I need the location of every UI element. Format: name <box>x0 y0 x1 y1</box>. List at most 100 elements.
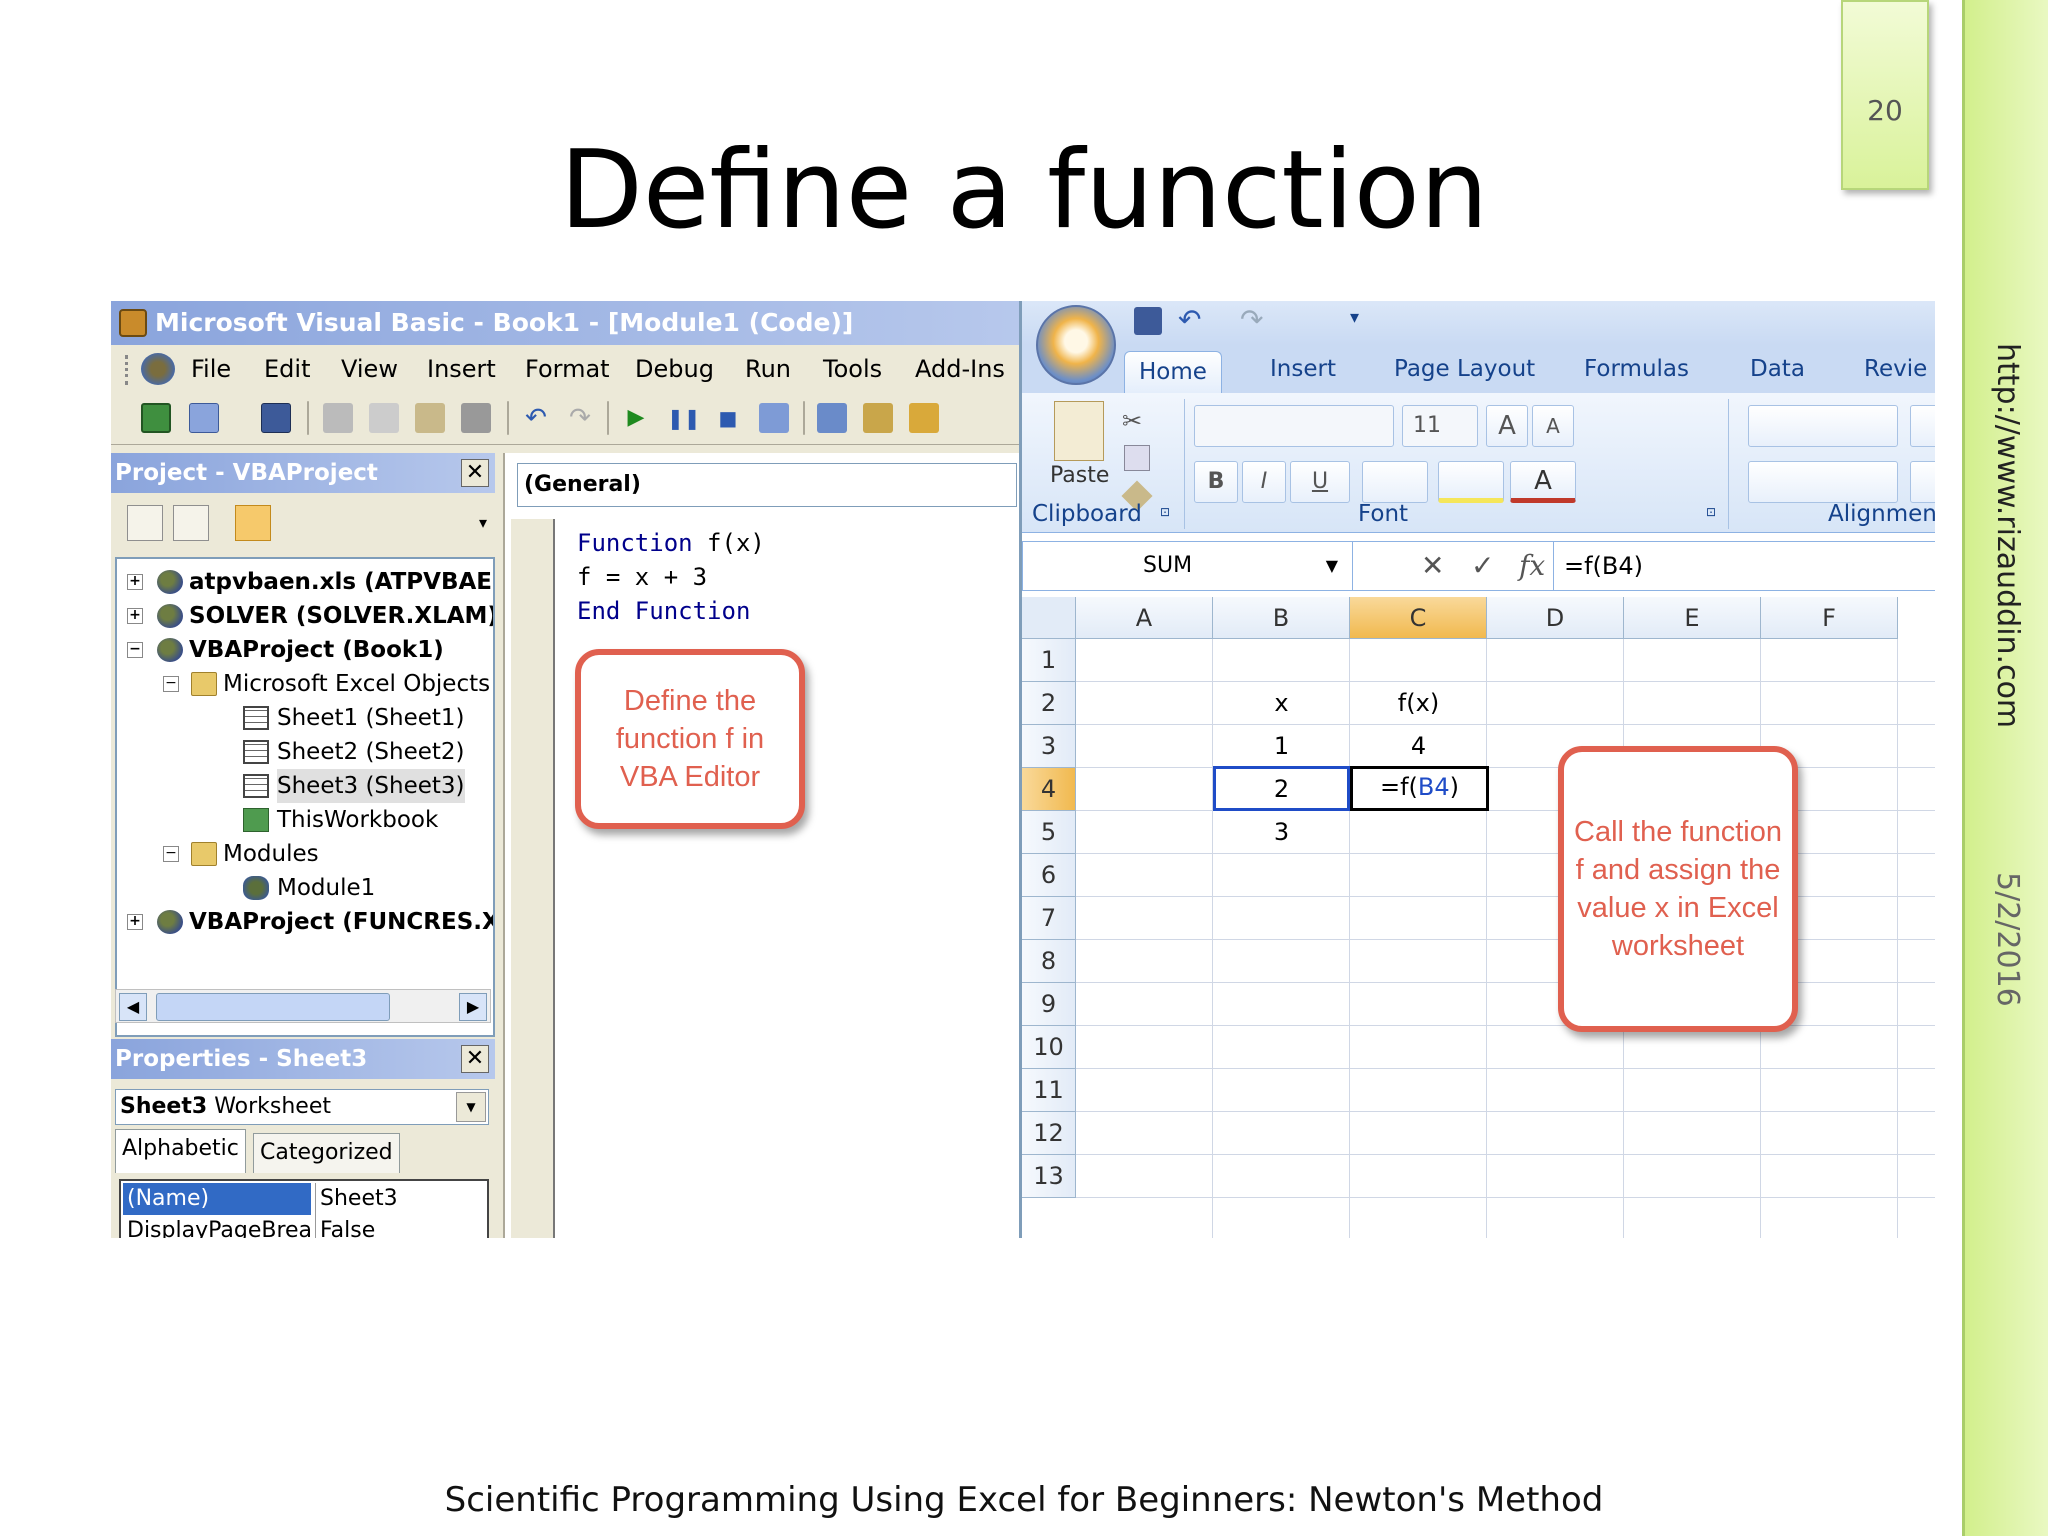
tab-categorized[interactable]: Categorized <box>253 1133 400 1173</box>
row-header-12[interactable]: 12 <box>1022 1112 1076 1155</box>
underline-button[interactable]: U <box>1290 461 1350 503</box>
row-header-7[interactable]: 7 <box>1022 897 1076 940</box>
customize-qat-icon[interactable]: ▾ <box>1350 307 1359 328</box>
italic-button[interactable]: I <box>1242 461 1286 503</box>
menu-tools[interactable]: Tools <box>823 345 882 393</box>
horizontal-align-buttons[interactable] <box>1748 461 1898 503</box>
tab-alphabetic[interactable]: Alphabetic <box>115 1129 246 1173</box>
grow-font-icon[interactable]: A <box>1486 405 1528 447</box>
view-excel-icon[interactable] <box>141 403 171 433</box>
row-header-1[interactable]: 1 <box>1022 639 1076 682</box>
collapse-icon[interactable]: − <box>127 642 143 658</box>
undo-icon[interactable]: ↶ <box>521 403 551 433</box>
chevron-down-icon[interactable]: ▼ <box>456 1092 486 1122</box>
column-header-d[interactable]: D <box>1487 597 1624 639</box>
row-header-13[interactable]: 13 <box>1022 1155 1076 1198</box>
insert-function-icon[interactable]: fx <box>1519 546 1545 586</box>
row-header-2[interactable]: 2 <box>1022 682 1076 725</box>
property-value[interactable]: Sheet3 <box>315 1183 487 1215</box>
collapse-icon[interactable]: − <box>163 676 179 692</box>
cell-b3[interactable]: 1 <box>1213 725 1350 768</box>
row-header-11[interactable]: 11 <box>1022 1069 1076 1112</box>
menu-format[interactable]: Format <box>525 345 610 393</box>
font-size-combo[interactable]: 11 <box>1402 405 1478 447</box>
menu-file[interactable]: File <box>191 345 231 393</box>
menu-edit[interactable]: Edit <box>264 345 310 393</box>
vertical-align-buttons[interactable] <box>1748 405 1898 447</box>
tab-review[interactable]: Revie <box>1864 345 1927 393</box>
close-project-panel-icon[interactable]: ✕ <box>461 459 489 487</box>
row-header-9[interactable]: 9 <box>1022 983 1076 1026</box>
stop-icon[interactable]: ■ <box>713 403 743 433</box>
property-row[interactable]: (Name) Sheet3 <box>121 1183 487 1215</box>
tab-home[interactable]: Home <box>1124 351 1222 393</box>
font-name-combo[interactable] <box>1194 405 1394 447</box>
row-header-8[interactable]: 8 <box>1022 940 1076 983</box>
column-header-c[interactable]: C <box>1350 597 1487 639</box>
collapse-icon[interactable]: − <box>163 846 179 862</box>
code-line[interactable]: f = x + 3 <box>577 563 707 591</box>
tree-item[interactable]: Sheet3 (Sheet3) <box>243 769 493 803</box>
code-line[interactable]: Function f(x) <box>577 529 765 557</box>
indent-icon[interactable] <box>1910 461 1935 503</box>
column-header-b[interactable]: B <box>1213 597 1350 639</box>
row-header-3[interactable]: 3 <box>1022 725 1076 768</box>
name-box[interactable]: SUM ▼ <box>1023 542 1353 590</box>
fill-color-icon[interactable] <box>1438 461 1504 503</box>
run-icon[interactable]: ▶ <box>621 403 651 433</box>
select-all-corner[interactable] <box>1022 597 1076 639</box>
tab-page-layout[interactable]: Page Layout <box>1394 345 1535 393</box>
redo-icon[interactable]: ↷ <box>1240 303 1263 336</box>
vba-menu-app-icon[interactable] <box>141 353 175 385</box>
tree-horizontal-scrollbar[interactable]: ◀ ▶ <box>115 989 491 1023</box>
view-object-icon[interactable] <box>173 505 209 541</box>
cell-c3[interactable]: 4 <box>1350 725 1487 768</box>
cut-icon[interactable]: ✂ <box>1122 407 1142 435</box>
dialog-launcher-icon[interactable]: ⊡ <box>1706 505 1716 519</box>
insert-userform-icon[interactable] <box>189 403 219 433</box>
pause-icon[interactable]: ❚❚ <box>667 403 701 433</box>
row-header-6[interactable]: 6 <box>1022 854 1076 897</box>
find-icon[interactable] <box>461 403 491 433</box>
tab-data[interactable]: Data <box>1750 345 1805 393</box>
active-cell-c4[interactable]: =f(B4) <box>1350 766 1489 811</box>
menu-insert[interactable]: Insert <box>427 345 496 393</box>
copy-icon[interactable] <box>1124 445 1150 471</box>
scroll-thumb[interactable] <box>156 993 390 1021</box>
chevron-down-icon[interactable]: ▼ <box>1326 542 1338 590</box>
scroll-right-icon[interactable]: ▶ <box>459 993 487 1021</box>
font-color-icon[interactable]: A <box>1510 461 1576 503</box>
expand-icon[interactable]: + <box>127 608 143 624</box>
borders-icon[interactable] <box>1362 461 1428 503</box>
cancel-icon[interactable]: ✕ <box>1421 546 1444 586</box>
column-header-f[interactable]: F <box>1761 597 1898 639</box>
object-browser-icon[interactable] <box>909 403 939 433</box>
toolbar-overflow-icon[interactable]: ▾ <box>479 513 487 532</box>
dialog-launcher-icon[interactable]: ⊡ <box>1160 505 1170 519</box>
cell-c2[interactable]: f(x) <box>1350 682 1487 725</box>
properties-window-icon[interactable] <box>863 403 893 433</box>
cell-b2[interactable]: x <box>1213 682 1350 725</box>
office-button[interactable] <box>1036 305 1116 385</box>
view-code-icon[interactable] <box>127 505 163 541</box>
close-properties-panel-icon[interactable]: ✕ <box>461 1045 489 1073</box>
menu-view[interactable]: View <box>341 345 398 393</box>
row-header-5[interactable]: 5 <box>1022 811 1076 854</box>
paste-icon[interactable] <box>1054 401 1104 461</box>
paste-button[interactable]: Paste <box>1050 463 1109 488</box>
copy-icon[interactable] <box>369 403 399 433</box>
property-value[interactable]: False <box>315 1215 487 1238</box>
design-mode-icon[interactable] <box>759 403 789 433</box>
undo-icon[interactable]: ↶ <box>1178 303 1201 336</box>
save-icon[interactable] <box>1134 307 1162 335</box>
paste-icon[interactable] <box>415 403 445 433</box>
cell-b5[interactable]: 3 <box>1213 811 1350 854</box>
row-header-4[interactable]: 4 <box>1022 768 1076 811</box>
column-header-e[interactable]: E <box>1624 597 1761 639</box>
menu-debug[interactable]: Debug <box>635 345 714 393</box>
expand-icon[interactable]: + <box>127 914 143 930</box>
bold-button[interactable]: B <box>1194 461 1238 503</box>
object-combo[interactable]: Sheet3 Worksheet ▼ <box>115 1089 489 1125</box>
column-header-a[interactable]: A <box>1076 597 1213 639</box>
shrink-font-icon[interactable]: A <box>1532 405 1574 447</box>
